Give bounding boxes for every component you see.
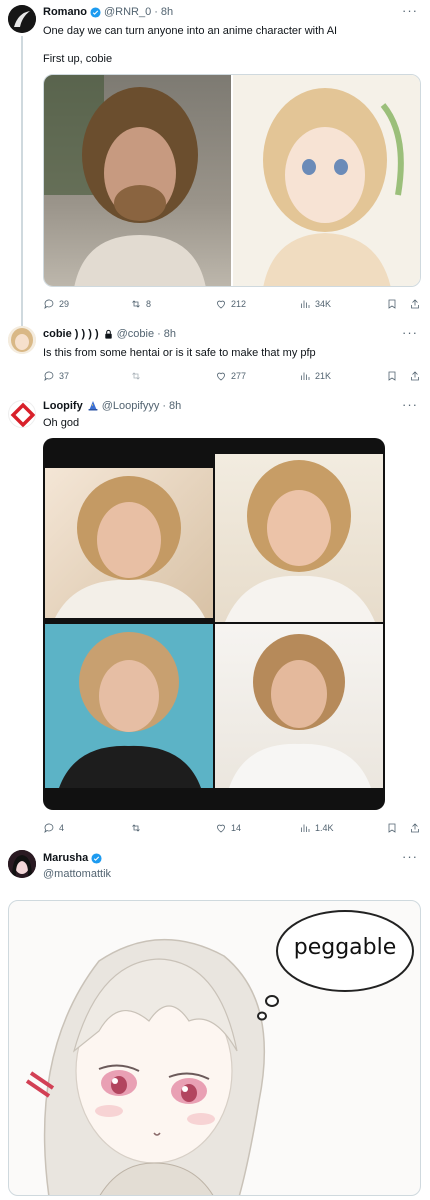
retweet-button[interactable] [130,370,146,382]
lock-icon [104,329,112,339]
like-icon [217,824,225,833]
author-handle[interactable]: @mattomattik [43,867,111,882]
more-icon[interactable]: ··· [402,3,418,18]
tweet-marusha[interactable]: Marusha ··· @mattomattik peggable [0,840,430,1200]
reply-count: 37 [59,371,70,381]
photo-right[interactable] [233,75,420,286]
like-count: 277 [231,371,247,381]
views-button[interactable]: 1.4K [299,822,334,834]
views-count: 34K [315,299,332,309]
tweet-header: Marusha [43,852,105,864]
tweet-text-line: One day we can turn anyone into an anime… [43,25,338,37]
reply-button[interactable]: 29 [43,298,69,310]
photo-top-left[interactable] [45,468,213,618]
author-name[interactable]: cobie ) ) ) ) [43,328,99,340]
timestamp[interactable]: 8h [164,328,176,340]
media-image[interactable]: peggable [8,900,421,1196]
tweet-actions: 37 277 21K [43,368,421,384]
bookmark-button[interactable] [386,298,398,310]
timestamp[interactable]: 8h [161,6,173,18]
tweet-actions: 29 8 212 34K [43,296,421,312]
share-button[interactable] [409,822,421,834]
author-handle[interactable]: @RNR_0 [104,6,151,18]
separator: · [154,6,158,18]
retweet-icon [132,824,140,832]
avatar[interactable] [8,400,36,428]
wizard-hat-icon [88,401,98,411]
thread-line [21,36,23,326]
tweet-cobie[interactable]: cobie ) ) ) ) @cobie · 8h ··· Is this fr… [0,320,430,392]
author-name[interactable]: Romano [43,6,87,18]
share-icon [411,823,419,833]
retweet-button[interactable]: 8 [130,298,151,310]
author-handle[interactable]: @Loopifyyy [102,400,160,412]
like-button[interactable]: 14 [215,822,241,834]
like-count: 14 [231,823,242,833]
views-count: 1.4K [315,823,334,833]
reply-button[interactable]: 37 [43,370,69,382]
separator: · [162,400,167,412]
verified-badge-icon [91,852,102,864]
author-name[interactable]: Marusha [43,852,88,864]
more-icon[interactable]: ··· [402,325,418,340]
reply-icon [44,823,54,833]
views-icon [301,300,310,308]
share-button[interactable] [409,298,421,310]
verified-badge-icon [90,6,101,18]
tweet-actions: 4 14 1.4K [43,820,421,836]
tweet-header: Romano @RNR_0 · 8h [43,6,173,18]
thought-bubble-text: peggable [293,935,397,960]
like-button[interactable]: 212 [215,298,246,310]
photo-bottom-right[interactable] [215,624,383,788]
author-name[interactable]: Loopify [43,400,83,412]
retweet-icon [132,372,140,380]
reply-icon [44,371,54,381]
timestamp[interactable]: 8h [169,400,181,412]
bookmark-icon [388,371,396,381]
more-icon[interactable]: ··· [402,849,418,864]
author-handle[interactable]: @cobie [117,328,154,340]
tweet-loopify[interactable]: Loopify @Loopifyyy · 8h ··· Oh god 4 14 … [0,392,430,840]
tweet-text-line: First up, cobie [43,53,113,65]
share-button[interactable] [409,370,421,382]
tweet-text: Is this from some hentai or is it safe t… [43,347,316,359]
views-count: 21K [315,371,332,381]
tweet-header: Loopify @Loopifyyy · 8h [43,400,181,412]
like-count: 212 [231,299,247,309]
bookmark-button[interactable] [386,370,398,382]
views-icon [301,372,310,380]
like-button[interactable]: 277 [215,370,246,382]
avatar[interactable] [8,850,36,878]
tweet-romano[interactable]: Romano @RNR_0 · 8h ··· One day we can tu… [0,0,430,326]
photo-top-right[interactable] [215,454,383,622]
reply-count: 29 [59,299,70,309]
share-icon [411,371,419,381]
photo-bottom-left[interactable] [45,624,213,788]
bookmark-icon [388,823,396,833]
avatar[interactable] [8,326,36,354]
retweet-button[interactable] [130,822,146,834]
reply-icon [44,299,54,309]
media-grid[interactable] [43,438,385,810]
like-icon [217,372,225,381]
views-icon [301,824,310,832]
more-icon[interactable]: ··· [402,397,418,412]
bookmark-button[interactable] [386,822,398,834]
tweet-text: Oh god [43,417,80,429]
like-icon [217,300,225,309]
views-button[interactable]: 34K [299,298,331,310]
tweet-header: cobie ) ) ) ) @cobie · 8h [43,328,176,340]
retweet-count: 8 [146,299,152,309]
separator: · [157,328,161,340]
media-grid[interactable] [43,74,421,287]
photo-left[interactable] [44,75,231,286]
reply-count: 4 [59,823,65,833]
bookmark-icon [388,299,396,309]
avatar[interactable] [8,5,36,33]
reply-button[interactable]: 4 [43,822,64,834]
retweet-icon [132,300,140,308]
share-icon [411,299,419,309]
views-button[interactable]: 21K [299,370,331,382]
